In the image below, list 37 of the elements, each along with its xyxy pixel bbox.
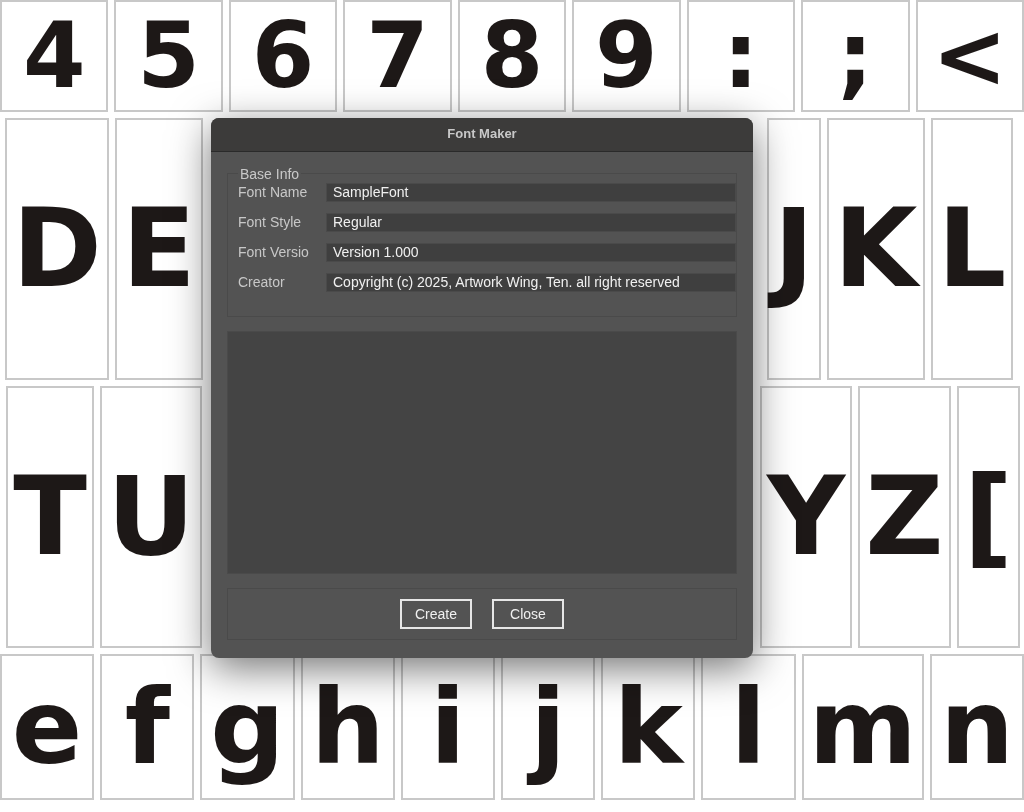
glyph-card[interactable]: T — [6, 386, 94, 648]
glyph-card[interactable]: U — [100, 386, 202, 648]
field-label: Font Versio — [238, 243, 310, 263]
dialog-title: Font Maker — [211, 118, 753, 152]
glyph-card[interactable]: 9 — [572, 0, 681, 112]
glyph-card[interactable]: 7 — [343, 0, 452, 112]
glyph-card[interactable]: 8 — [457, 0, 567, 112]
glyph-card[interactable]: 6 — [228, 0, 338, 112]
group-title: Base Info — [239, 165, 301, 183]
glyph-card[interactable]: 5 — [114, 0, 223, 112]
glyph-card[interactable]: l — [701, 654, 796, 800]
glyph-card[interactable]: [ — [956, 386, 1020, 648]
dialog-button[interactable]: Create — [400, 599, 472, 629]
glyph-card[interactable]: E — [114, 118, 203, 380]
glyph-card[interactable]: L — [930, 118, 1014, 380]
glyph-card[interactable]: Z — [858, 386, 951, 648]
field-label: Font Style — [238, 213, 303, 233]
field-label: Font Name — [238, 183, 309, 203]
text-field[interactable]: Version 1.000 — [326, 243, 736, 263]
glyph-card[interactable]: e — [0, 654, 95, 800]
field-label: Creator — [238, 273, 286, 293]
glyph-card[interactable]: Y — [760, 386, 853, 648]
glyph-card[interactable]: 4 — [0, 0, 109, 112]
dialog-button[interactable]: Close — [492, 599, 564, 629]
glyph-card[interactable]: : — [686, 0, 796, 112]
text-field[interactable]: Regular — [326, 213, 736, 233]
glyph-card[interactable]: n — [929, 654, 1024, 800]
glyph-card[interactable]: m — [801, 654, 924, 800]
glyph-card[interactable]: f — [100, 654, 195, 800]
glyph-card[interactable]: < — [915, 0, 1024, 112]
text-field[interactable]: Copyright (c) 2025, Artwork Wing, Ten. all right reserved — [326, 273, 736, 293]
glyph-card[interactable]: J — [766, 118, 821, 380]
glyph-card[interactable]: D — [5, 118, 109, 380]
glyph-card[interactable]: g — [200, 654, 295, 800]
text-field[interactable]: SampleFont — [326, 183, 736, 203]
glyph-card[interactable]: K — [826, 118, 925, 380]
glyph-card[interactable]: ; — [801, 0, 910, 112]
